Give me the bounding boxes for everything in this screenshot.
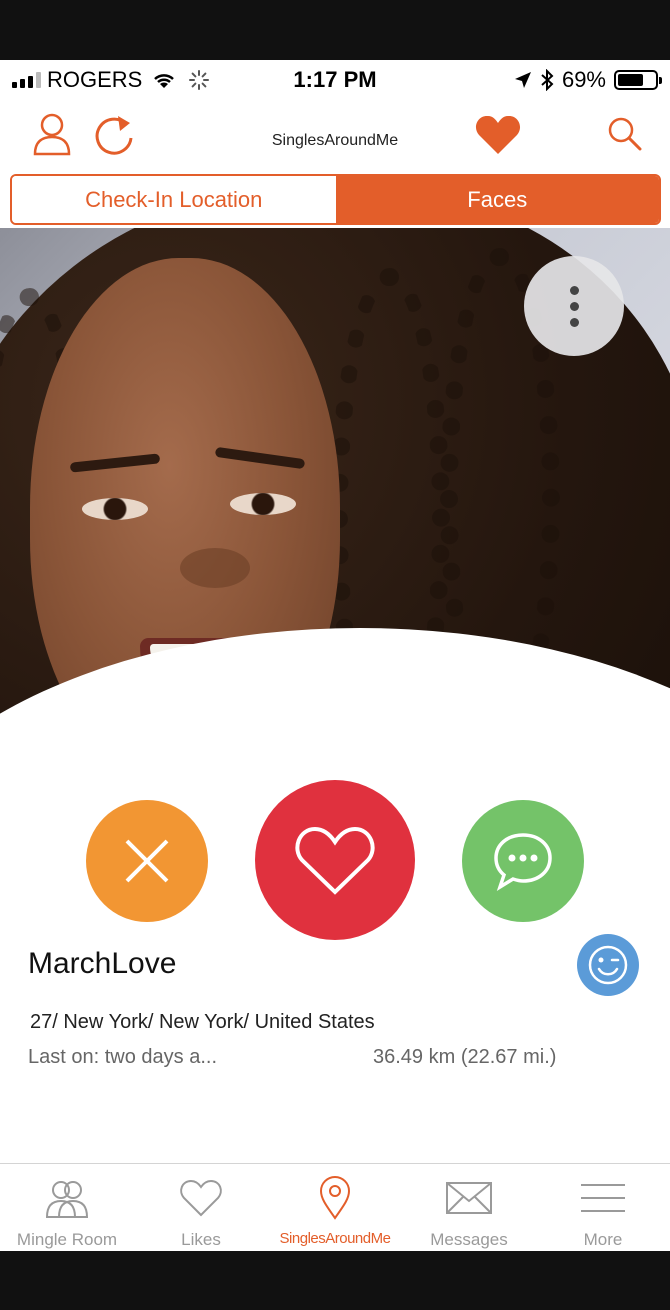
menu-lines-icon [581,1184,625,1212]
wink-button[interactable] [577,934,639,996]
nav-bar: SinglesAroundMe [0,98,670,172]
tab-label: Likes [181,1230,221,1249]
location-pin-icon [319,1176,351,1220]
battery-percent: 69% [561,67,606,92]
top-letterbox [0,0,670,60]
people-icon [45,1181,89,1218]
tab-likes[interactable]: Likes [134,1164,268,1251]
heart-icon[interactable] [475,114,521,156]
profile-location: 27/ New York/ New York/ United States [30,1011,375,1033]
profile-distance: 36.49 km (22.67 mi.) [373,1046,557,1068]
wink-smiley-icon [588,945,628,985]
tab-singles-around-me[interactable]: SinglesAroundMe [268,1164,402,1251]
tab-more[interactable]: More [536,1164,670,1251]
pass-button[interactable] [86,800,208,922]
tab-mingle-room[interactable]: Mingle Room [0,1164,134,1251]
app-title: SinglesAroundMe [271,132,399,149]
like-button[interactable] [255,780,415,940]
profile-last-online: Last on: two days a... [28,1046,217,1068]
tab-label: Mingle Room [16,1230,118,1249]
tab-bar: Mingle Room Likes SinglesAroundMe Messag… [0,1163,670,1251]
heart-outline-icon [295,826,375,895]
tab-label: Messages [430,1230,508,1249]
bluetooth-icon [541,69,554,91]
profile-username: MarchLove [28,947,177,980]
more-options-button[interactable] [524,256,624,356]
message-button[interactable] [462,800,584,922]
app-screen: ROGERS 1:17 PM 69% SinglesAroundMe Check… [0,60,670,1251]
envelope-icon [446,1182,492,1214]
tab-messages[interactable]: Messages [402,1164,536,1251]
segment-check-in-location[interactable]: Check-In Location [12,176,336,223]
bottom-letterbox [0,1251,670,1310]
heart-outline-icon [180,1179,222,1217]
view-segment-control: Check-In Location Faces [10,174,661,225]
status-right: 69% [514,67,662,93]
tab-label: SinglesAroundMe [279,1230,391,1247]
close-icon [125,839,169,883]
chat-bubble-icon [494,833,552,891]
tab-label: More [583,1230,623,1249]
search-icon[interactable] [607,116,643,152]
battery-icon [614,70,662,90]
segment-faces[interactable]: Faces [335,176,659,223]
status-bar: ROGERS 1:17 PM 69% [0,60,670,98]
location-arrow-icon [514,72,531,88]
